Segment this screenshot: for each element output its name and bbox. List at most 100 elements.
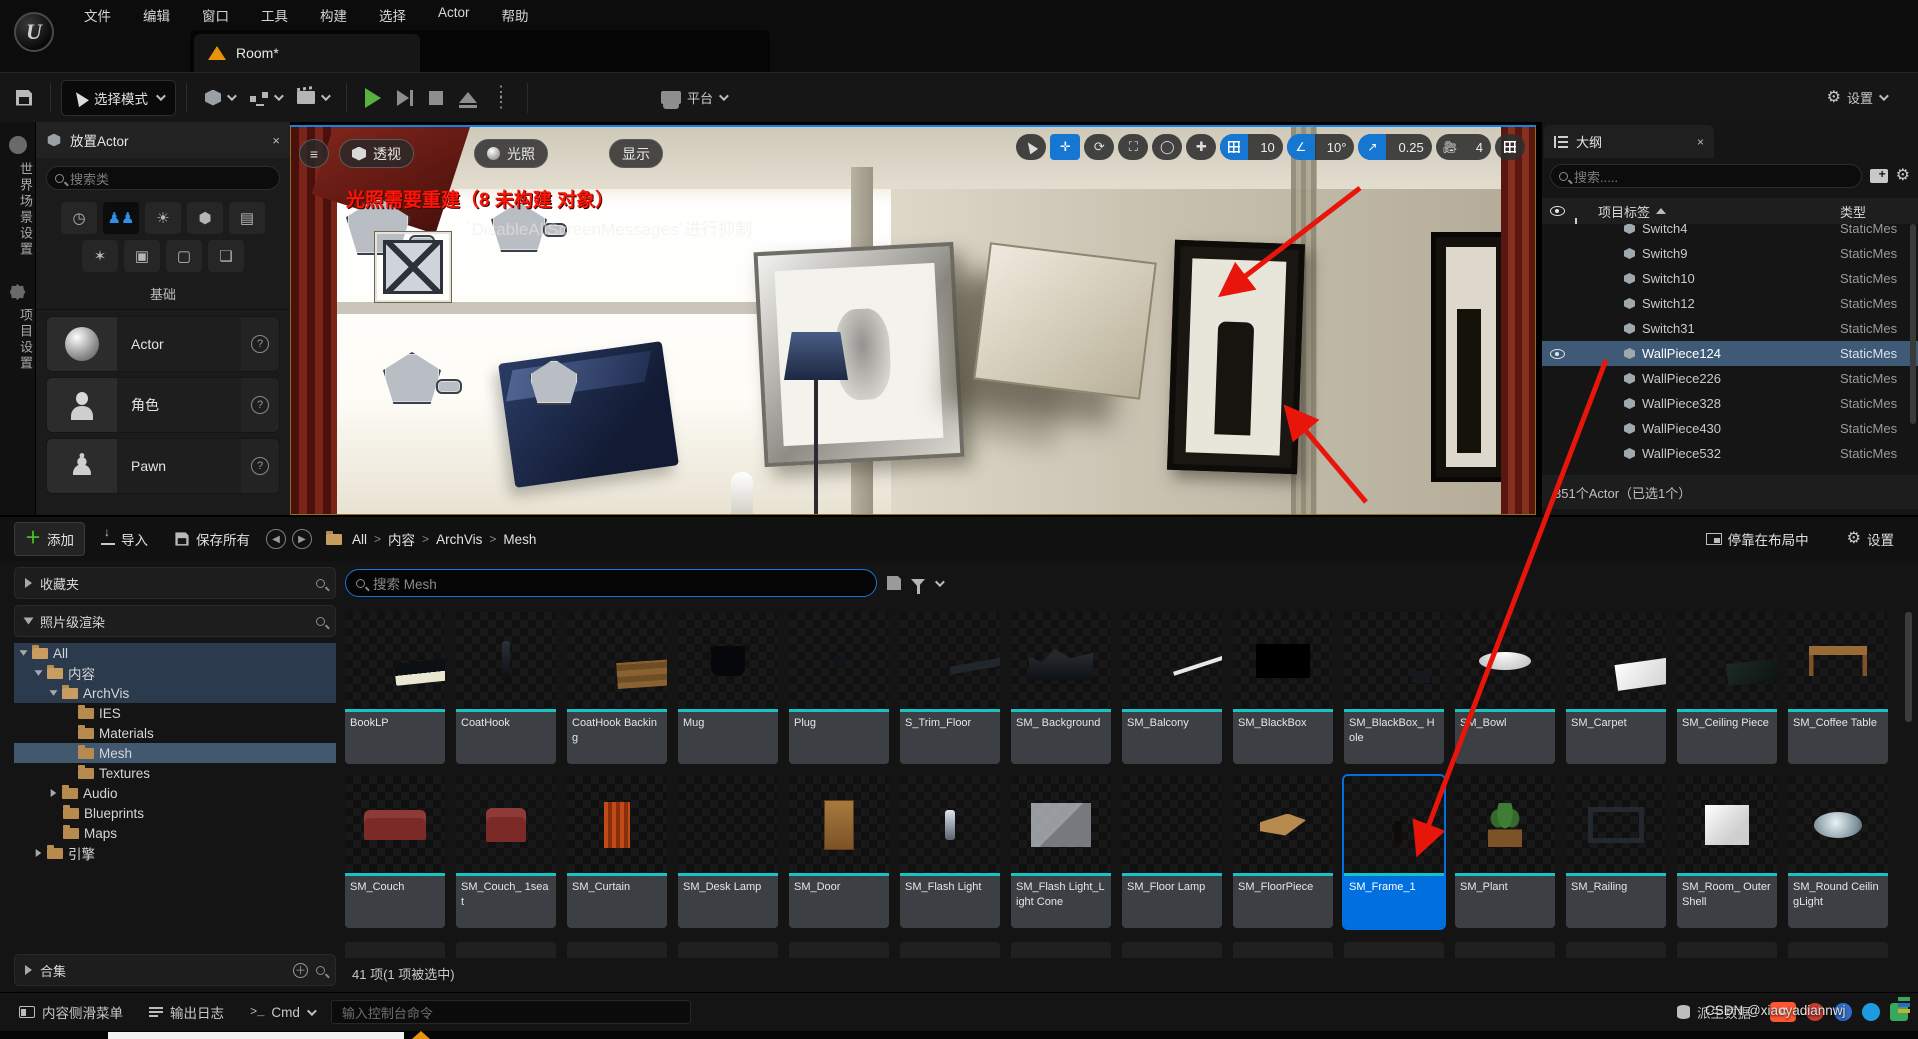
content-settings-button[interactable]: ⚙ 设置	[1837, 523, 1904, 555]
asset-tile-sm-floor-lamp[interactable]: SM_Floor Lamp	[1122, 776, 1222, 928]
placement-item-角色[interactable]: 角色?	[46, 377, 280, 433]
search-icon[interactable]	[316, 966, 325, 975]
perspective-dropdown[interactable]: 透视	[339, 139, 414, 168]
expander-icon[interactable]	[20, 650, 28, 656]
picture-frame-dark[interactable]	[1167, 240, 1305, 474]
create-folder-icon[interactable]	[1870, 169, 1888, 183]
rotation-snap-control[interactable]: ∠ 10°	[1287, 134, 1355, 160]
camera-speed-value[interactable]: 4	[1468, 140, 1491, 155]
breadcrumb-item-all[interactable]: All	[352, 532, 367, 547]
close-icon[interactable]: ×	[272, 133, 280, 148]
asset-tile-sm-couch-1seat[interactable]: SM_Couch_ 1seat	[456, 776, 556, 928]
asset-tile-sm-balcony[interactable]: SM_Balcony	[1122, 612, 1222, 764]
sprite-gizmo-icon[interactable]	[436, 379, 462, 394]
content-drawer-button[interactable]: 内容侧滑菜单	[10, 997, 132, 1027]
outliner-search-input[interactable]: 搜索.....	[1550, 164, 1862, 188]
stop-button[interactable]	[421, 81, 451, 115]
asset-tile-sm-door[interactable]: SM_Door	[789, 776, 889, 928]
statue-mesh[interactable]	[731, 472, 753, 515]
menu-item-5[interactable]: 选择	[365, 1, 420, 29]
asset-tile-sm-round-ceilinglight[interactable]: SM_Round CeilingLight	[1788, 776, 1888, 928]
tree-folder-maps[interactable]: Maps	[14, 823, 336, 843]
asset-tile-sm-curtain[interactable]: SM_Curtain	[567, 776, 667, 928]
outliner-row[interactable]: Switch31StaticMes	[1542, 316, 1918, 341]
expander-icon[interactable]	[50, 690, 58, 696]
speaker-mesh[interactable]	[498, 341, 679, 488]
save-all-button[interactable]: 保存所有	[164, 523, 260, 555]
tree-folder-textures[interactable]: Textures	[14, 763, 336, 783]
menu-item-7[interactable]: 帮助	[488, 1, 543, 29]
expander-icon[interactable]	[36, 849, 42, 857]
eject-button[interactable]	[451, 81, 485, 115]
play-options-button[interactable]: ⋮⋮	[485, 81, 517, 115]
tree-folder-mesh[interactable]: Mesh	[14, 743, 336, 763]
rotation-snap-value[interactable]: 10°	[1319, 140, 1355, 155]
basic-filter-icon[interactable]: ♟♟	[103, 202, 139, 234]
menu-item-6[interactable]: Actor	[424, 1, 484, 29]
asset-tile-coathook-backing[interactable]: CoatHook Backing	[567, 612, 667, 764]
expander-icon[interactable]	[25, 578, 32, 588]
world-settings-icon[interactable]	[9, 136, 27, 154]
asset-tile-mug[interactable]: Mug	[678, 612, 778, 764]
maximize-viewport-button[interactable]	[1495, 134, 1525, 160]
eye-icon[interactable]	[1550, 349, 1565, 359]
play-button[interactable]	[357, 81, 389, 115]
outliner-row[interactable]: Switch12StaticMes	[1542, 291, 1918, 316]
asset-tile-sm-blackbox[interactable]: SM_BlackBox	[1233, 612, 1333, 764]
asset-tile-sm-bowl[interactable]: SM_Bowl	[1455, 612, 1555, 764]
asset-tile-coathook[interactable]: CoatHook	[456, 612, 556, 764]
platforms-dropdown[interactable]: 平台	[653, 81, 734, 115]
item-label-column[interactable]: 项目标签	[1598, 202, 1650, 221]
breadcrumb-item-archvis[interactable]: ArchVis	[436, 532, 482, 547]
move-tool-button[interactable]: ✛	[1050, 134, 1080, 160]
tree-folder-内容[interactable]: 内容	[14, 663, 336, 683]
asset-tile-sm-floorpiece[interactable]: SM_FloorPiece	[1233, 776, 1333, 928]
asset-tile-sm-railing[interactable]: SM_Railing	[1566, 776, 1666, 928]
asset-tile-sm-couch[interactable]: SM_Couch	[345, 776, 445, 928]
asset-tile-sm-plant[interactable]: SM_Plant	[1455, 776, 1555, 928]
placement-search-input[interactable]: 搜索类	[46, 166, 280, 190]
asset-tile-sm-carpet[interactable]: SM_Carpet	[1566, 612, 1666, 764]
asset-tile-sm-flash-light[interactable]: SM_Flash Light	[900, 776, 1000, 928]
vfx-filter-icon[interactable]: ✶	[82, 240, 118, 272]
tree-folder-引擎[interactable]: 引擎	[14, 843, 336, 863]
outliner-row[interactable]: WallPiece532StaticMes	[1542, 441, 1918, 466]
visibility-column-icon[interactable]	[1550, 206, 1565, 216]
tree-folder-materials[interactable]: Materials	[14, 723, 336, 743]
tree-folder-all[interactable]: All	[14, 643, 336, 663]
scale-snap-control[interactable]: ↗ 0.25	[1358, 134, 1431, 160]
save-search-icon[interactable]	[887, 576, 901, 590]
favorites-section[interactable]: 收藏夹	[14, 567, 336, 599]
menu-item-3[interactable]: 工具	[247, 1, 302, 29]
search-icon[interactable]	[316, 617, 325, 626]
cinematics-button[interactable]	[289, 81, 336, 115]
add-button[interactable]: ＋ 添加	[14, 522, 85, 556]
outliner-row[interactable]: Switch10StaticMes	[1542, 266, 1918, 291]
tab-room[interactable]: Room*	[194, 34, 420, 72]
expander-icon[interactable]	[25, 965, 32, 975]
outliner-row[interactable]: Switch9StaticMes	[1542, 241, 1918, 266]
all-filter-icon[interactable]: ❏	[208, 240, 244, 272]
tree-folder-audio[interactable]: Audio	[14, 783, 336, 803]
grid-snap-control[interactable]: 10	[1220, 134, 1282, 160]
expander-icon[interactable]	[51, 789, 57, 797]
add-actor-button[interactable]	[197, 81, 242, 115]
asset-tile-sm-background[interactable]: SM_ Background	[1011, 612, 1111, 764]
project-section[interactable]: 照片级渲染	[14, 605, 336, 637]
breadcrumb-item-内容[interactable]: 内容	[388, 529, 415, 549]
project-settings-icon[interactable]	[10, 284, 26, 300]
menu-item-4[interactable]: 构建	[306, 1, 361, 29]
menu-item-2[interactable]: 窗口	[188, 1, 243, 29]
volumes-filter-icon[interactable]: ▢	[166, 240, 202, 272]
collections-section[interactable]: 合集 ＋	[14, 954, 336, 986]
blank-wallpiece-canvas[interactable]	[973, 242, 1157, 399]
asset-tile-sm-room-outershell[interactable]: SM_Room_ OuterShell	[1677, 776, 1777, 928]
visibility-cell[interactable]	[1542, 349, 1572, 359]
recent-filter-icon[interactable]: ◷	[61, 202, 97, 234]
select-tool-button[interactable]	[1016, 134, 1046, 160]
cinematic-filter-icon[interactable]: ▤	[229, 202, 265, 234]
scale-tool-button[interactable]: ⛶	[1118, 134, 1148, 160]
close-icon[interactable]: ×	[1697, 135, 1704, 149]
tree-folder-ies[interactable]: IES	[14, 703, 336, 723]
chevron-down-icon[interactable]	[935, 577, 945, 587]
